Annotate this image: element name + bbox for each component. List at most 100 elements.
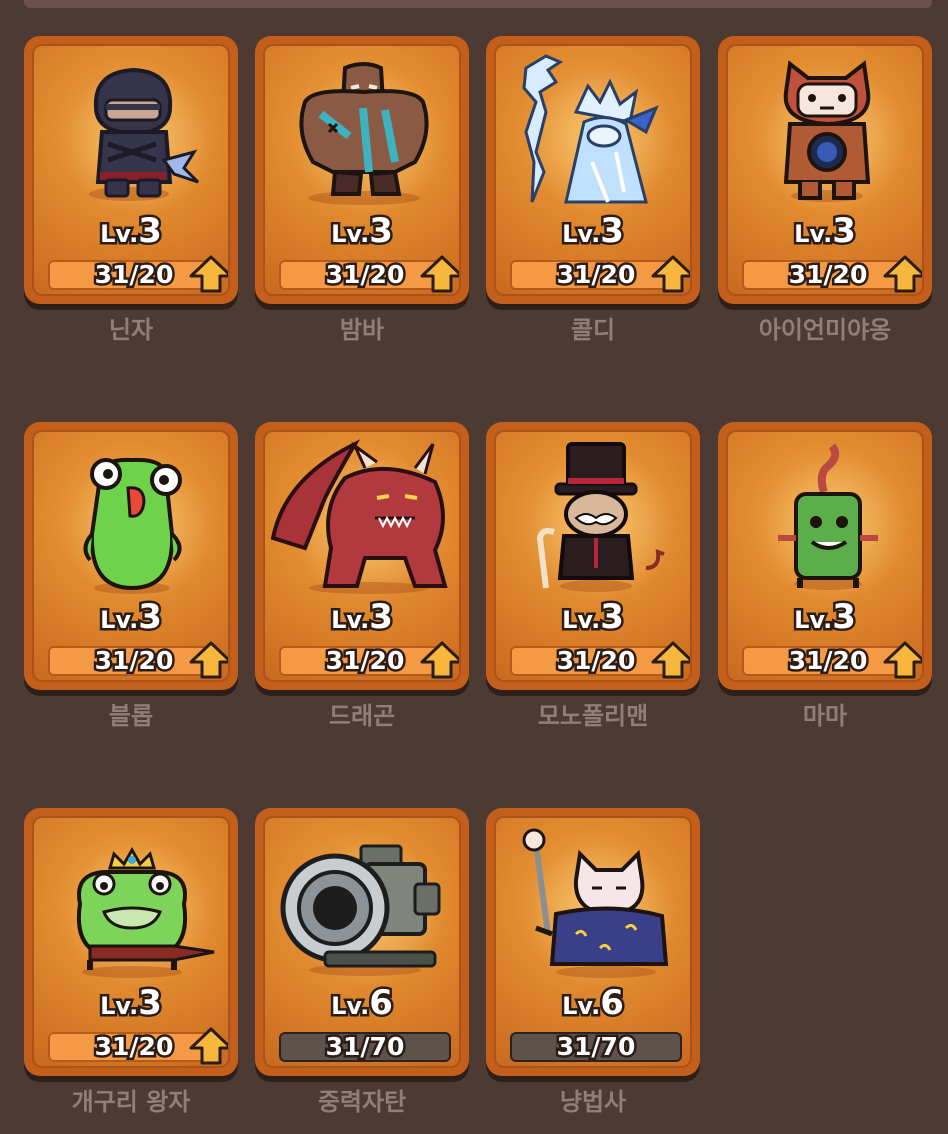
golem-icon xyxy=(265,52,459,212)
character-name: 블롭 xyxy=(108,702,154,730)
character-card[interactable]: Lv.3 31/20 xyxy=(255,422,469,690)
character-card[interactable]: Lv.3 31/20 xyxy=(24,422,238,690)
card-background: Lv.6 31/70 xyxy=(263,816,461,1068)
blob-icon xyxy=(34,438,228,598)
card-slot: Lv.3 31/20 드래곤 xyxy=(255,422,469,742)
ice-mage-icon xyxy=(496,52,690,212)
character-card[interactable]: Lv.3 31/20 xyxy=(718,422,932,690)
character-card[interactable]: Lv.3 31/20 xyxy=(486,422,700,690)
level-label: Lv.6 xyxy=(265,984,459,1023)
cannon-icon xyxy=(265,824,459,984)
level-label: Lv.3 xyxy=(728,597,922,637)
character-card[interactable]: Lv.6 31/70 xyxy=(486,808,700,1076)
upgrade-arrow-icon[interactable] xyxy=(188,254,230,294)
card-background: Lv.3 31/20 xyxy=(726,44,924,296)
card-grid: Lv.3 31/20 닌자 Lv.3 31/20 밤바 Lv.3 31/20 콜… xyxy=(0,0,948,1134)
monopoly-man-icon xyxy=(496,438,690,598)
upgrade-arrow-icon[interactable] xyxy=(882,254,924,294)
progress-text: 31/70 xyxy=(554,1032,638,1061)
level-value: 3 xyxy=(598,211,627,251)
card-background: Lv.3 31/20 xyxy=(32,430,230,682)
level-label: Lv.3 xyxy=(34,983,228,1023)
progress-bar: 31/70 xyxy=(279,1032,451,1062)
level-value: 3 xyxy=(830,211,859,251)
level-prefix: Lv. xyxy=(560,604,603,637)
character-card[interactable]: Lv.3 31/20 xyxy=(255,36,469,304)
progress-text: 31/70 xyxy=(323,1032,407,1061)
card-background: Lv.3 31/20 xyxy=(726,430,924,682)
level-prefix: Lv. xyxy=(98,218,141,251)
card-slot: Lv.3 31/20 아이언미야옹 xyxy=(718,36,932,356)
level-value: 3 xyxy=(367,211,396,251)
upgrade-arrow-icon[interactable] xyxy=(188,1026,230,1066)
character-name: 모노폴리맨 xyxy=(537,702,649,730)
upgrade-arrow-icon[interactable] xyxy=(650,640,692,680)
level-prefix: Lv. xyxy=(329,218,372,251)
card-background: Lv.3 31/20 xyxy=(32,44,230,296)
level-prefix: Lv. xyxy=(329,604,372,637)
card-background: Lv.3 31/20 xyxy=(494,44,692,296)
iron-cat-icon xyxy=(728,52,922,212)
frog-prince-icon xyxy=(34,824,228,984)
upgrade-arrow-icon[interactable] xyxy=(419,640,461,680)
upgrade-arrow-icon[interactable] xyxy=(882,640,924,680)
card-slot: Lv.3 31/20 마마 xyxy=(718,422,932,742)
level-value: 3 xyxy=(136,983,165,1023)
character-card[interactable]: Lv.3 31/20 xyxy=(24,808,238,1076)
card-background: Lv.3 31/20 xyxy=(263,430,461,682)
character-name: 냥법사 xyxy=(559,1088,627,1116)
card-background: Lv.3 31/20 xyxy=(263,44,461,296)
cactus-icon xyxy=(728,438,922,598)
card-slot: Lv.3 31/20 콜디 xyxy=(486,36,700,356)
progress-bar: 31/70 xyxy=(510,1032,682,1062)
card-slot: Lv.3 31/20 블롭 xyxy=(24,422,238,742)
level-prefix: Lv. xyxy=(560,218,603,251)
level-label: Lv.3 xyxy=(265,211,459,251)
level-prefix: Lv. xyxy=(98,990,141,1023)
character-name: 드래곤 xyxy=(328,702,396,730)
cat-wizard-icon xyxy=(496,824,690,984)
character-name: 중력자탄 xyxy=(317,1088,407,1116)
level-prefix: Lv. xyxy=(329,990,372,1023)
card-slot: Lv.3 31/20 닌자 xyxy=(24,36,238,356)
level-prefix: Lv. xyxy=(792,218,835,251)
card-slot: Lv.3 31/20 밤바 xyxy=(255,36,469,356)
level-label: Lv.3 xyxy=(265,597,459,637)
card-slot: Lv.3 31/20 개구리 왕자 xyxy=(24,808,238,1128)
level-label: Lv.3 xyxy=(34,211,228,251)
level-label: Lv.3 xyxy=(496,597,690,637)
card-slot: Lv.3 31/20 모노폴리맨 xyxy=(486,422,700,742)
character-name: 개구리 왕자 xyxy=(71,1088,191,1116)
level-value: 3 xyxy=(136,211,165,251)
character-name: 아이언미야옹 xyxy=(758,316,892,344)
character-name: 콜디 xyxy=(570,316,616,344)
upgrade-arrow-icon[interactable] xyxy=(188,640,230,680)
level-value: 3 xyxy=(367,597,396,637)
level-label: Lv.3 xyxy=(728,211,922,251)
level-label: Lv.3 xyxy=(34,597,228,637)
level-value: 3 xyxy=(598,597,627,637)
card-background: Lv.6 31/70 xyxy=(494,816,692,1068)
level-value: 6 xyxy=(598,983,627,1023)
upgrade-arrow-icon[interactable] xyxy=(419,254,461,294)
level-label: Lv.6 xyxy=(496,983,690,1023)
character-card[interactable]: Lv.6 31/70 xyxy=(255,808,469,1076)
character-card[interactable]: Lv.3 31/20 xyxy=(486,36,700,304)
character-name: 밤바 xyxy=(339,316,385,344)
level-prefix: Lv. xyxy=(560,990,603,1023)
card-background: Lv.3 31/20 xyxy=(494,430,692,682)
level-value: 3 xyxy=(136,597,165,637)
character-card[interactable]: Lv.3 31/20 xyxy=(718,36,932,304)
card-slot: Lv.6 31/70 냥법사 xyxy=(486,808,700,1128)
level-prefix: Lv. xyxy=(98,604,141,637)
character-name: 닌자 xyxy=(108,316,154,344)
level-value: 3 xyxy=(830,597,859,637)
character-card[interactable]: Lv.3 31/20 xyxy=(24,36,238,304)
level-prefix: Lv. xyxy=(792,604,835,637)
upgrade-arrow-icon[interactable] xyxy=(650,254,692,294)
card-slot: Lv.6 31/70 중력자탄 xyxy=(255,808,469,1128)
level-label: Lv.3 xyxy=(496,211,690,251)
ninja-icon xyxy=(34,52,228,212)
card-background: Lv.3 31/20 xyxy=(32,816,230,1068)
character-name: 마마 xyxy=(802,702,848,730)
